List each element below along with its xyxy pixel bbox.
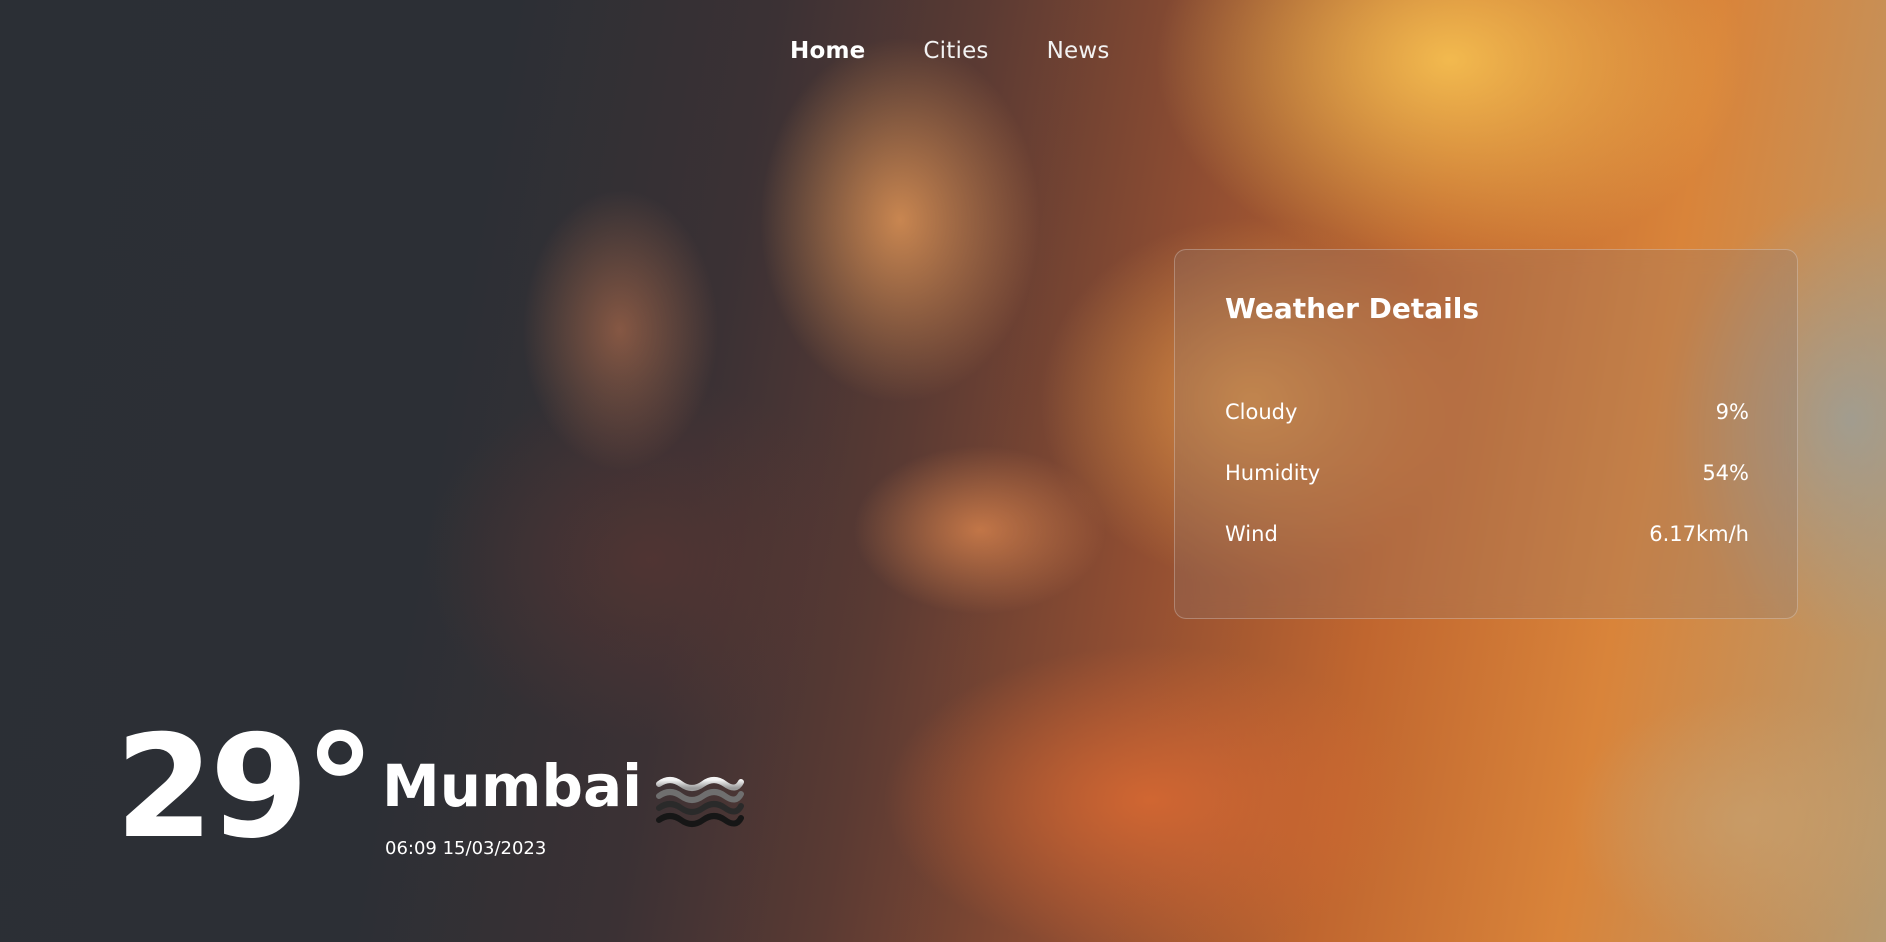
detail-label-wind: Wind (1225, 522, 1278, 546)
detail-row-humidity: Humidity 54% (1225, 461, 1749, 485)
weather-details-panel: Weather Details Cloudy 9% Humidity 54% W… (1174, 249, 1798, 619)
detail-row-wind: Wind 6.17km/h (1225, 522, 1749, 546)
nav-links: Home Cities News (790, 38, 1110, 64)
mist-icon (656, 777, 744, 827)
detail-value-wind: 6.17km/h (1649, 522, 1749, 546)
detail-value-cloudy: 9% (1715, 400, 1749, 424)
city-name: Mumbai (382, 752, 642, 820)
weather-details-title: Weather Details (1225, 292, 1480, 325)
date-time: 06:09 15/03/2023 (385, 838, 547, 859)
nav-cities-link[interactable]: Cities (923, 38, 988, 64)
nav-home-link[interactable]: Home (790, 38, 865, 64)
detail-row-cloudy: Cloudy 9% (1225, 400, 1749, 424)
temperature-value: 29° (115, 705, 376, 870)
detail-value-humidity: 54% (1702, 461, 1749, 485)
detail-label-humidity: Humidity (1225, 461, 1321, 485)
detail-label-cloudy: Cloudy (1225, 400, 1298, 424)
nav-news-link[interactable]: News (1047, 38, 1110, 64)
